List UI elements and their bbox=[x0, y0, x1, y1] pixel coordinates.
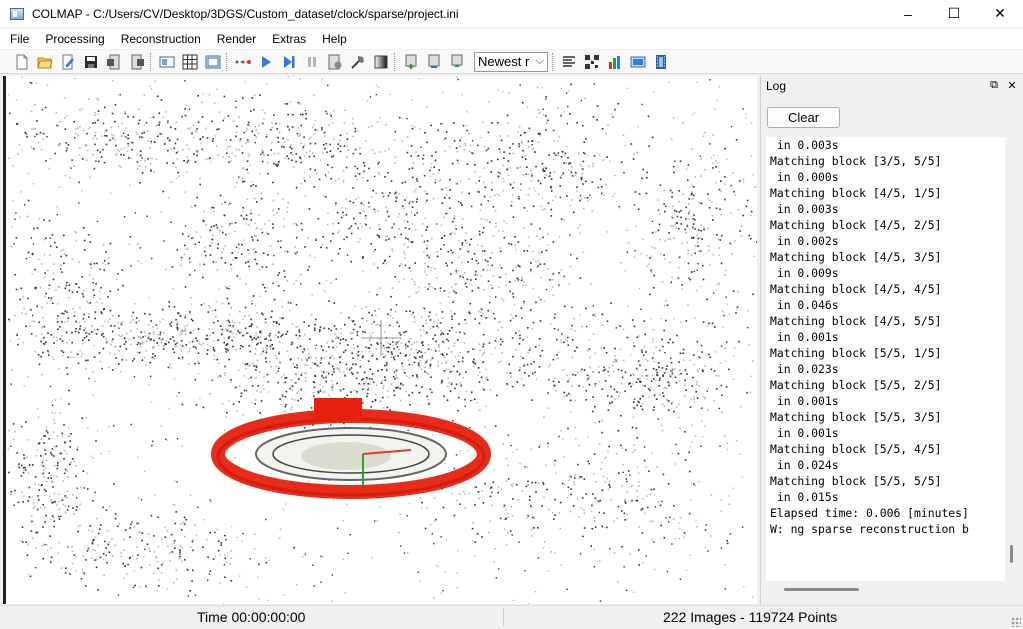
log-line: in 0.001s bbox=[770, 394, 839, 408]
pause-reconstruction-icon[interactable] bbox=[302, 52, 322, 72]
log-line: Matching block [4/5, 4/5] bbox=[770, 282, 942, 296]
log-line: Matching block [5/5, 3/5] bbox=[770, 410, 942, 424]
grab-movie-icon[interactable] bbox=[651, 52, 671, 72]
status-summary: 222 Images - 119724 Points bbox=[663, 609, 838, 625]
add-model-icon[interactable] bbox=[401, 52, 421, 72]
chevron-down-icon: ⌵ bbox=[535, 54, 544, 67]
log-line: in 0.023s bbox=[770, 362, 839, 376]
log-line: Matching block [3/5, 5/5] bbox=[770, 154, 942, 168]
log-line: Matching block [5/5, 2/5] bbox=[770, 378, 942, 392]
reconstruction-options-icon[interactable] bbox=[325, 52, 345, 72]
bundle-adjustment-icon[interactable] bbox=[348, 52, 368, 72]
menu-extras[interactable]: Extras bbox=[264, 29, 314, 49]
minimize-button[interactable]: – bbox=[885, 0, 931, 27]
match-matrix-icon[interactable] bbox=[582, 52, 602, 72]
close-button[interactable]: ✕ bbox=[977, 0, 1023, 27]
log-line: Matching block [4/5, 2/5] bbox=[770, 218, 942, 232]
log-line: W: ng sparse reconstruction b bbox=[770, 522, 969, 536]
log-line: Matching block [4/5, 3/5] bbox=[770, 250, 942, 264]
toolbar-separator bbox=[226, 52, 229, 71]
log-line: in 0.002s bbox=[770, 234, 839, 248]
status-bar: Time 00:00:00:00 222 Images - 119724 Poi… bbox=[0, 605, 1023, 629]
menu-help[interactable]: Help bbox=[314, 29, 355, 49]
point-cloud-canvas[interactable] bbox=[6, 76, 757, 604]
log-line: Matching block [4/5, 1/5] bbox=[770, 186, 942, 200]
database-management-icon[interactable] bbox=[203, 52, 223, 72]
status-time: Time 00:00:00:00 bbox=[197, 609, 306, 625]
log-horizontal-scrollbar[interactable] bbox=[766, 583, 1005, 599]
log-line: in 0.046s bbox=[770, 298, 839, 312]
log-line: in 0.024s bbox=[770, 458, 839, 472]
feature-matching-icon[interactable] bbox=[180, 52, 200, 72]
window-controls: – ☐ ✕ bbox=[885, 0, 1023, 27]
log-line: in 0.003s bbox=[770, 202, 839, 216]
log-title: Log bbox=[766, 79, 787, 93]
model-viewport[interactable] bbox=[3, 76, 757, 604]
status-divider bbox=[503, 608, 504, 626]
menu-processing[interactable]: Processing bbox=[37, 29, 112, 49]
menu-bar: File Processing Reconstruction Render Ex… bbox=[0, 29, 1023, 49]
log-icon[interactable] bbox=[559, 52, 579, 72]
log-line: in 0.000s bbox=[770, 170, 839, 184]
point-cloud bbox=[7, 76, 757, 604]
camera-ring bbox=[211, 398, 491, 499]
log-line: in 0.001s bbox=[770, 426, 839, 440]
log-vertical-scrollbar[interactable] bbox=[1006, 137, 1018, 581]
log-output[interactable]: in 0.003s Matching block [3/5, 5/5] in 0.… bbox=[766, 137, 1005, 581]
menu-render[interactable]: Render bbox=[209, 29, 264, 49]
toolbar-separator bbox=[394, 52, 397, 71]
maximize-button[interactable]: ☐ bbox=[931, 0, 977, 27]
step-reconstruction-icon[interactable] bbox=[279, 52, 299, 72]
log-line: Matching block [5/5, 5/5] bbox=[770, 474, 942, 488]
feature-extraction-icon[interactable] bbox=[157, 52, 177, 72]
log-line: in 0.009s bbox=[770, 266, 839, 280]
log-header-buttons: ⧉ ✕ bbox=[987, 78, 1019, 92]
resize-grip-icon[interactable] bbox=[1011, 617, 1021, 627]
export-model-icon[interactable] bbox=[127, 52, 147, 72]
log-line: Matching block [5/5, 4/5] bbox=[770, 442, 942, 456]
window-title: COLMAP - C:/Users/CV/Desktop/3DGS/Custom… bbox=[32, 6, 459, 21]
render-options-icon[interactable] bbox=[371, 52, 391, 72]
log-line: in 0.001s bbox=[770, 330, 839, 344]
open-project-icon[interactable] bbox=[35, 52, 55, 72]
menu-file[interactable]: File bbox=[0, 29, 37, 49]
statistics-icon[interactable] bbox=[605, 52, 625, 72]
start-reconstruction-icon[interactable] bbox=[256, 52, 276, 72]
model-select-value: Newest r bbox=[478, 54, 530, 69]
connect-points-icon[interactable] bbox=[233, 52, 253, 72]
close-panel-icon[interactable]: ✕ bbox=[1005, 78, 1019, 92]
crosshair-icon bbox=[361, 320, 401, 356]
toolbar-separator bbox=[150, 52, 153, 71]
save-project-icon[interactable] bbox=[81, 52, 101, 72]
log-header: Log ⧉ ✕ bbox=[761, 76, 1023, 96]
main-toolbar: Newest r ⌵ bbox=[0, 50, 1023, 74]
edit-project-icon[interactable] bbox=[58, 52, 78, 72]
model-select[interactable]: Newest r ⌵ bbox=[474, 51, 548, 72]
clear-log-button[interactable]: Clear bbox=[767, 107, 840, 128]
log-line: Matching block [4/5, 5/5] bbox=[770, 314, 942, 328]
remove-model-icon[interactable] bbox=[424, 52, 444, 72]
log-panel: Log ⧉ ✕ Clear in 0.003s Matching block [3… bbox=[760, 76, 1023, 604]
menu-reconstruction[interactable]: Reconstruction bbox=[113, 29, 209, 49]
import-model-icon[interactable] bbox=[104, 52, 124, 72]
title-bar: COLMAP - C:/Users/CV/Desktop/3DGS/Custom… bbox=[0, 0, 1023, 27]
log-line: Matching block [5/5, 1/5] bbox=[770, 346, 942, 360]
log-line: in 0.015s bbox=[770, 490, 839, 504]
scroll-thumb[interactable] bbox=[784, 588, 859, 591]
reset-model-icon[interactable] bbox=[447, 52, 467, 72]
camera-cluster bbox=[314, 398, 362, 420]
toolbar-separator bbox=[552, 52, 555, 71]
float-panel-icon[interactable]: ⧉ bbox=[987, 78, 1001, 92]
colmap-app-icon bbox=[10, 7, 24, 20]
screenshot-icon[interactable] bbox=[628, 52, 648, 72]
new-project-icon[interactable] bbox=[12, 52, 32, 72]
scroll-thumb[interactable] bbox=[1010, 545, 1013, 563]
log-line: in 0.003s bbox=[770, 138, 839, 152]
log-line: Elapsed time: 0.006 [minutes] bbox=[770, 506, 969, 520]
